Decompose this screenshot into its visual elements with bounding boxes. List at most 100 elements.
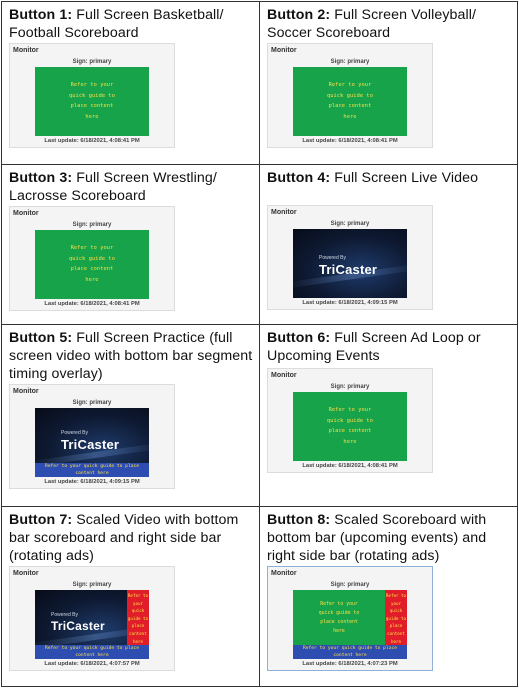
monitor-title: Monitor bbox=[271, 570, 297, 577]
green-screen: Refer to your quick guide to place conte… bbox=[293, 67, 407, 136]
button-description: Full Screen Live Video bbox=[334, 170, 479, 186]
side-bar-line: quick bbox=[131, 608, 145, 614]
green-screen: Refer to your quick guide to place conte… bbox=[35, 67, 149, 136]
last-update: Last update: 6/18/2021, 4:09:15 PM bbox=[302, 300, 398, 306]
placeholder-text: Refer to your quick guide to place conte… bbox=[35, 80, 149, 122]
placeholder-line: place content bbox=[328, 103, 372, 109]
sign-label: Sign: primary bbox=[72, 582, 112, 588]
green-screen: Refer to your quick guide to place conte… bbox=[293, 590, 407, 659]
placeholder-line: quick guide to bbox=[68, 92, 116, 99]
placeholder-line: here bbox=[343, 113, 357, 120]
cell-button-4: Button 4: Full Screen Live Video Monitor… bbox=[259, 164, 518, 325]
last-update: Last update: 6/18/2021, 4:08:41 PM bbox=[44, 301, 140, 307]
monitor-title: Monitor bbox=[271, 209, 297, 216]
bottom-bar-line: content here bbox=[75, 652, 109, 658]
cell-caption: Button 7: Scaled Video with bottom bar s… bbox=[9, 511, 253, 565]
cell-caption: Button 5: Full Screen Practice (full scr… bbox=[9, 329, 253, 383]
monitor-title: Monitor bbox=[271, 47, 297, 54]
bottom-bar-line: Refer to your quick guide to place bbox=[44, 646, 140, 651]
sign-label: Sign: primary bbox=[72, 400, 112, 406]
placeholder-text: Refer to your quick guide to place conte… bbox=[293, 600, 385, 636]
button-number: Button 4: bbox=[267, 170, 331, 186]
placeholder-line: place content bbox=[70, 266, 114, 272]
monitor-preview: Monitor Sign: primary Powered By TriCast… bbox=[9, 384, 175, 489]
placeholder-line: quick guide to bbox=[68, 255, 116, 262]
side-bar-line: guide to bbox=[385, 615, 407, 621]
powered-by-label: Powered By bbox=[319, 255, 346, 261]
placeholder-text: Refer to your quick guide to place conte… bbox=[293, 80, 407, 122]
bottom-bar-line: content here bbox=[333, 652, 367, 658]
side-bar-line: your bbox=[132, 600, 144, 606]
button-layout-table: Button 1: Full Screen Basketball/ Footba… bbox=[1, 1, 518, 687]
cell-button-5: Button 5: Full Screen Practice (full scr… bbox=[1, 324, 260, 507]
side-bar-line: Refer to bbox=[385, 593, 407, 598]
monitor-preview: Monitor Sign: primary Refer to your quic… bbox=[9, 206, 175, 311]
placeholder-line: place content bbox=[320, 620, 358, 625]
monitor-title: Monitor bbox=[13, 388, 39, 395]
sign-label: Sign: primary bbox=[72, 59, 112, 65]
cell-caption: Button 4: Full Screen Live Video bbox=[267, 169, 511, 187]
button-number: Button 1: bbox=[9, 7, 73, 23]
placeholder-line: quick guide to bbox=[318, 611, 360, 616]
bottom-bar-line: Refer to your quick guide to place bbox=[44, 464, 140, 469]
video-screen: Powered By TriCaster Refer to your quick… bbox=[35, 590, 149, 659]
button-number: Button 8: bbox=[267, 512, 331, 528]
button-number: Button 6: bbox=[267, 330, 331, 346]
tricaster-logo: TriCaster bbox=[61, 437, 120, 452]
side-bar-line: content bbox=[387, 630, 405, 636]
tricaster-logo: TriCaster bbox=[51, 619, 105, 633]
last-update: Last update: 6/18/2021, 4:08:41 PM bbox=[44, 138, 140, 144]
placeholder-line: here bbox=[333, 629, 345, 634]
placeholder-text: Refer to your quick guide to place conte… bbox=[35, 243, 149, 285]
sign-label: Sign: primary bbox=[330, 384, 370, 390]
cell-button-1: Button 1: Full Screen Basketball/ Footba… bbox=[1, 1, 260, 165]
placeholder-line: here bbox=[85, 276, 99, 283]
sign-label: Sign: primary bbox=[330, 221, 370, 227]
powered-by-label: Powered By bbox=[51, 612, 78, 618]
right-side-bar: Refer to your quick guide to place conte… bbox=[385, 590, 407, 645]
placeholder-line: place content bbox=[70, 103, 114, 109]
placeholder-line: Refer to your bbox=[328, 82, 372, 88]
tricaster-logo: TriCaster bbox=[319, 262, 378, 277]
sign-label: Sign: primary bbox=[330, 59, 370, 65]
button-number: Button 7: bbox=[9, 512, 73, 528]
monitor-title: Monitor bbox=[13, 210, 39, 217]
placeholder-line: Refer to your bbox=[70, 245, 114, 251]
last-update: Last update: 6/18/2021, 4:08:41 PM bbox=[302, 463, 398, 469]
cell-button-6: Button 6: Full Screen Ad Loop or Upcomin… bbox=[259, 324, 518, 507]
bottom-bar-line: content here bbox=[75, 470, 109, 476]
last-update: Last update: 6/18/2021, 4:07:57 PM bbox=[44, 661, 140, 667]
side-bar-line: guide to bbox=[127, 615, 149, 621]
side-bar-line: content bbox=[129, 630, 147, 636]
button-number: Button 2: bbox=[267, 7, 331, 23]
monitor-title: Monitor bbox=[271, 372, 297, 379]
monitor-preview: Monitor Sign: primary Powered By TriCast… bbox=[267, 205, 433, 310]
cell-caption: Button 2: Full Screen Volleyball/ Soccer… bbox=[267, 6, 511, 42]
button-number: Button 5: bbox=[9, 330, 73, 346]
cell-button-2: Button 2: Full Screen Volleyball/ Soccer… bbox=[259, 1, 518, 165]
sign-label: Sign: primary bbox=[330, 582, 370, 588]
monitor-preview: Monitor Sign: primary Refer to your quic… bbox=[267, 368, 433, 473]
placeholder-line: here bbox=[343, 438, 357, 445]
monitor-preview: Monitor Sign: primary Powered By TriCast… bbox=[9, 566, 175, 671]
placeholder-text: Refer to your quick guide to place conte… bbox=[293, 405, 407, 447]
monitor-preview: Monitor Sign: primary Refer to your quic… bbox=[267, 43, 433, 148]
monitor-title: Monitor bbox=[13, 47, 39, 54]
cell-caption: Button 8: Scaled Scoreboard with bottom … bbox=[267, 511, 511, 565]
placeholder-line: place content bbox=[328, 428, 372, 434]
sign-label: Sign: primary bbox=[72, 222, 112, 228]
side-bar-line: place bbox=[131, 623, 145, 629]
powered-by-label: Powered By bbox=[61, 430, 88, 436]
bottom-bar-overlay: Refer to your quick guide to place conte… bbox=[293, 645, 407, 659]
side-bar-line: your bbox=[390, 600, 402, 606]
right-side-bar: Refer to your quick guide to place conte… bbox=[127, 590, 149, 645]
bottom-bar-line: Refer to your quick guide to place bbox=[302, 646, 398, 651]
placeholder-line: quick guide to bbox=[326, 417, 374, 424]
last-update: Last update: 6/18/2021, 4:09:15 PM bbox=[44, 479, 140, 485]
bottom-bar-overlay: Refer to your quick guide to place conte… bbox=[35, 463, 149, 477]
bottom-bar-overlay: Refer to your quick guide to place conte… bbox=[35, 645, 149, 659]
placeholder-line: here bbox=[85, 113, 99, 120]
green-screen: Refer to your quick guide to place conte… bbox=[35, 230, 149, 299]
side-bar-line: quick bbox=[389, 608, 403, 614]
video-screen: Powered By TriCaster bbox=[293, 229, 407, 298]
